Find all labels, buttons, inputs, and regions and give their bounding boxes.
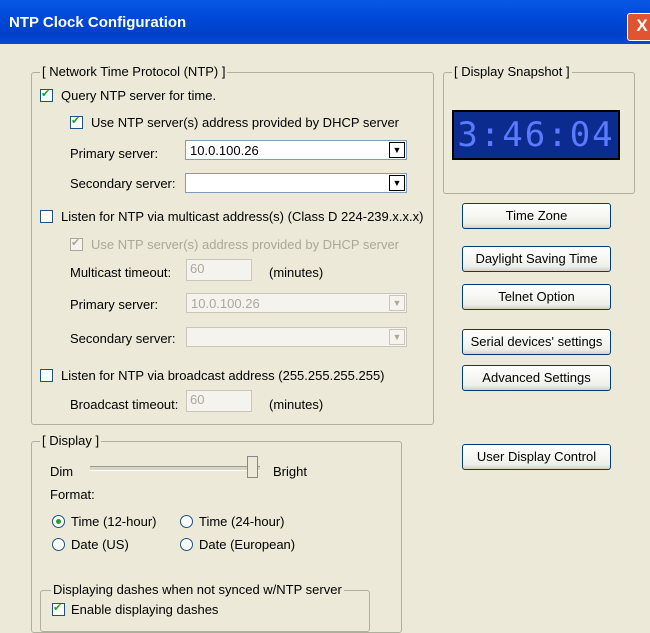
broadcast-timeout-unit: (minutes) (269, 397, 324, 412)
mc-use-dhcp-label: Use NTP server(s) address provided by DH… (91, 237, 400, 252)
use-dhcp-checkbox[interactable] (70, 114, 83, 129)
snapshot-group-legend: [ Display Snapshot ] (452, 64, 572, 79)
format-time-12h-radio[interactable] (52, 515, 65, 528)
dim-label: Dim (50, 464, 74, 479)
ntp-group-legend: [ Network Time Protocol (NTP) ] (40, 64, 228, 79)
brightness-slider-track[interactable] (90, 466, 260, 471)
enable-dashes-label: Enable displaying dashes (71, 602, 219, 617)
multicast-timeout-field[interactable]: 60 (186, 259, 252, 281)
window-title: NTP Clock Configuration (9, 14, 187, 31)
dashes-group-legend: Displaying dashes when not synced w/NTP … (51, 582, 344, 597)
secondary-server-combo[interactable]: ▼ (185, 173, 407, 193)
telnet-option-button[interactable]: Telnet Option (462, 284, 611, 310)
broadcast-timeout-field[interactable]: 60 (186, 390, 252, 412)
close-icon: X (636, 16, 648, 35)
chevron-down-icon[interactable]: ▼ (389, 175, 405, 191)
query-ntp-label: Query NTP server for time. (61, 88, 217, 103)
format-time-24h-radio[interactable] (180, 515, 193, 528)
mc-primary-server-combo[interactable]: 10.0.100.26 ▼ (186, 293, 407, 313)
use-dhcp-label: Use NTP server(s) address provided by DH… (91, 115, 400, 130)
user-display-control-button[interactable]: User Display Control (462, 444, 611, 470)
broadcast-label: Listen for NTP via broadcast address (25… (61, 368, 385, 383)
clock-display: 3:46:04 (452, 110, 620, 160)
primary-server-combo[interactable]: 10.0.100.26 ▼ (185, 140, 407, 160)
format-date-us-radio[interactable] (52, 538, 65, 551)
chevron-down-icon[interactable]: ▼ (389, 329, 405, 345)
format-time-24h-label: Time (24-hour) (199, 514, 285, 529)
bright-label: Bright (273, 464, 307, 479)
mc-primary-server-value: 10.0.100.26 (191, 296, 260, 311)
mc-use-dhcp-checkbox[interactable] (70, 236, 83, 251)
broadcast-checkbox[interactable] (40, 369, 53, 382)
brightness-slider-thumb[interactable] (247, 456, 258, 478)
format-date-european-label: Date (European) (199, 537, 296, 552)
mc-secondary-server-label: Secondary server: (70, 331, 176, 346)
format-date-european-radio[interactable] (180, 538, 193, 551)
advanced-settings-button[interactable]: Advanced Settings (462, 365, 611, 391)
multicast-label: Listen for NTP via multicast address(s) … (61, 209, 424, 224)
display-group-legend: [ Display ] (40, 433, 102, 448)
broadcast-timeout-label: Broadcast timeout: (70, 397, 179, 412)
format-date-us-label: Date (US) (71, 537, 129, 552)
serial-settings-button[interactable]: Serial devices' settings (462, 329, 611, 355)
multicast-checkbox[interactable] (40, 210, 53, 223)
format-time-12h-label: Time (12-hour) (71, 514, 157, 529)
multicast-timeout-label: Multicast timeout: (70, 265, 172, 280)
primary-server-label: Primary server: (70, 146, 159, 161)
mc-primary-server-label: Primary server: (70, 297, 159, 312)
chevron-down-icon[interactable]: ▼ (389, 142, 405, 158)
format-label: Format: (50, 487, 95, 502)
secondary-server-label: Secondary server: (70, 176, 176, 191)
enable-dashes-checkbox[interactable] (52, 601, 65, 616)
chevron-down-icon[interactable]: ▼ (389, 295, 405, 311)
query-ntp-checkbox[interactable] (40, 87, 53, 102)
mc-secondary-server-combo[interactable]: ▼ (186, 327, 407, 347)
daylight-saving-button[interactable]: Daylight Saving Time (462, 246, 611, 272)
close-button[interactable]: X (627, 13, 650, 41)
primary-server-value: 10.0.100.26 (190, 143, 259, 158)
multicast-timeout-unit: (minutes) (269, 265, 324, 280)
time-zone-button[interactable]: Time Zone (462, 203, 611, 229)
title-bar: NTP Clock Configuration X (0, 0, 650, 44)
